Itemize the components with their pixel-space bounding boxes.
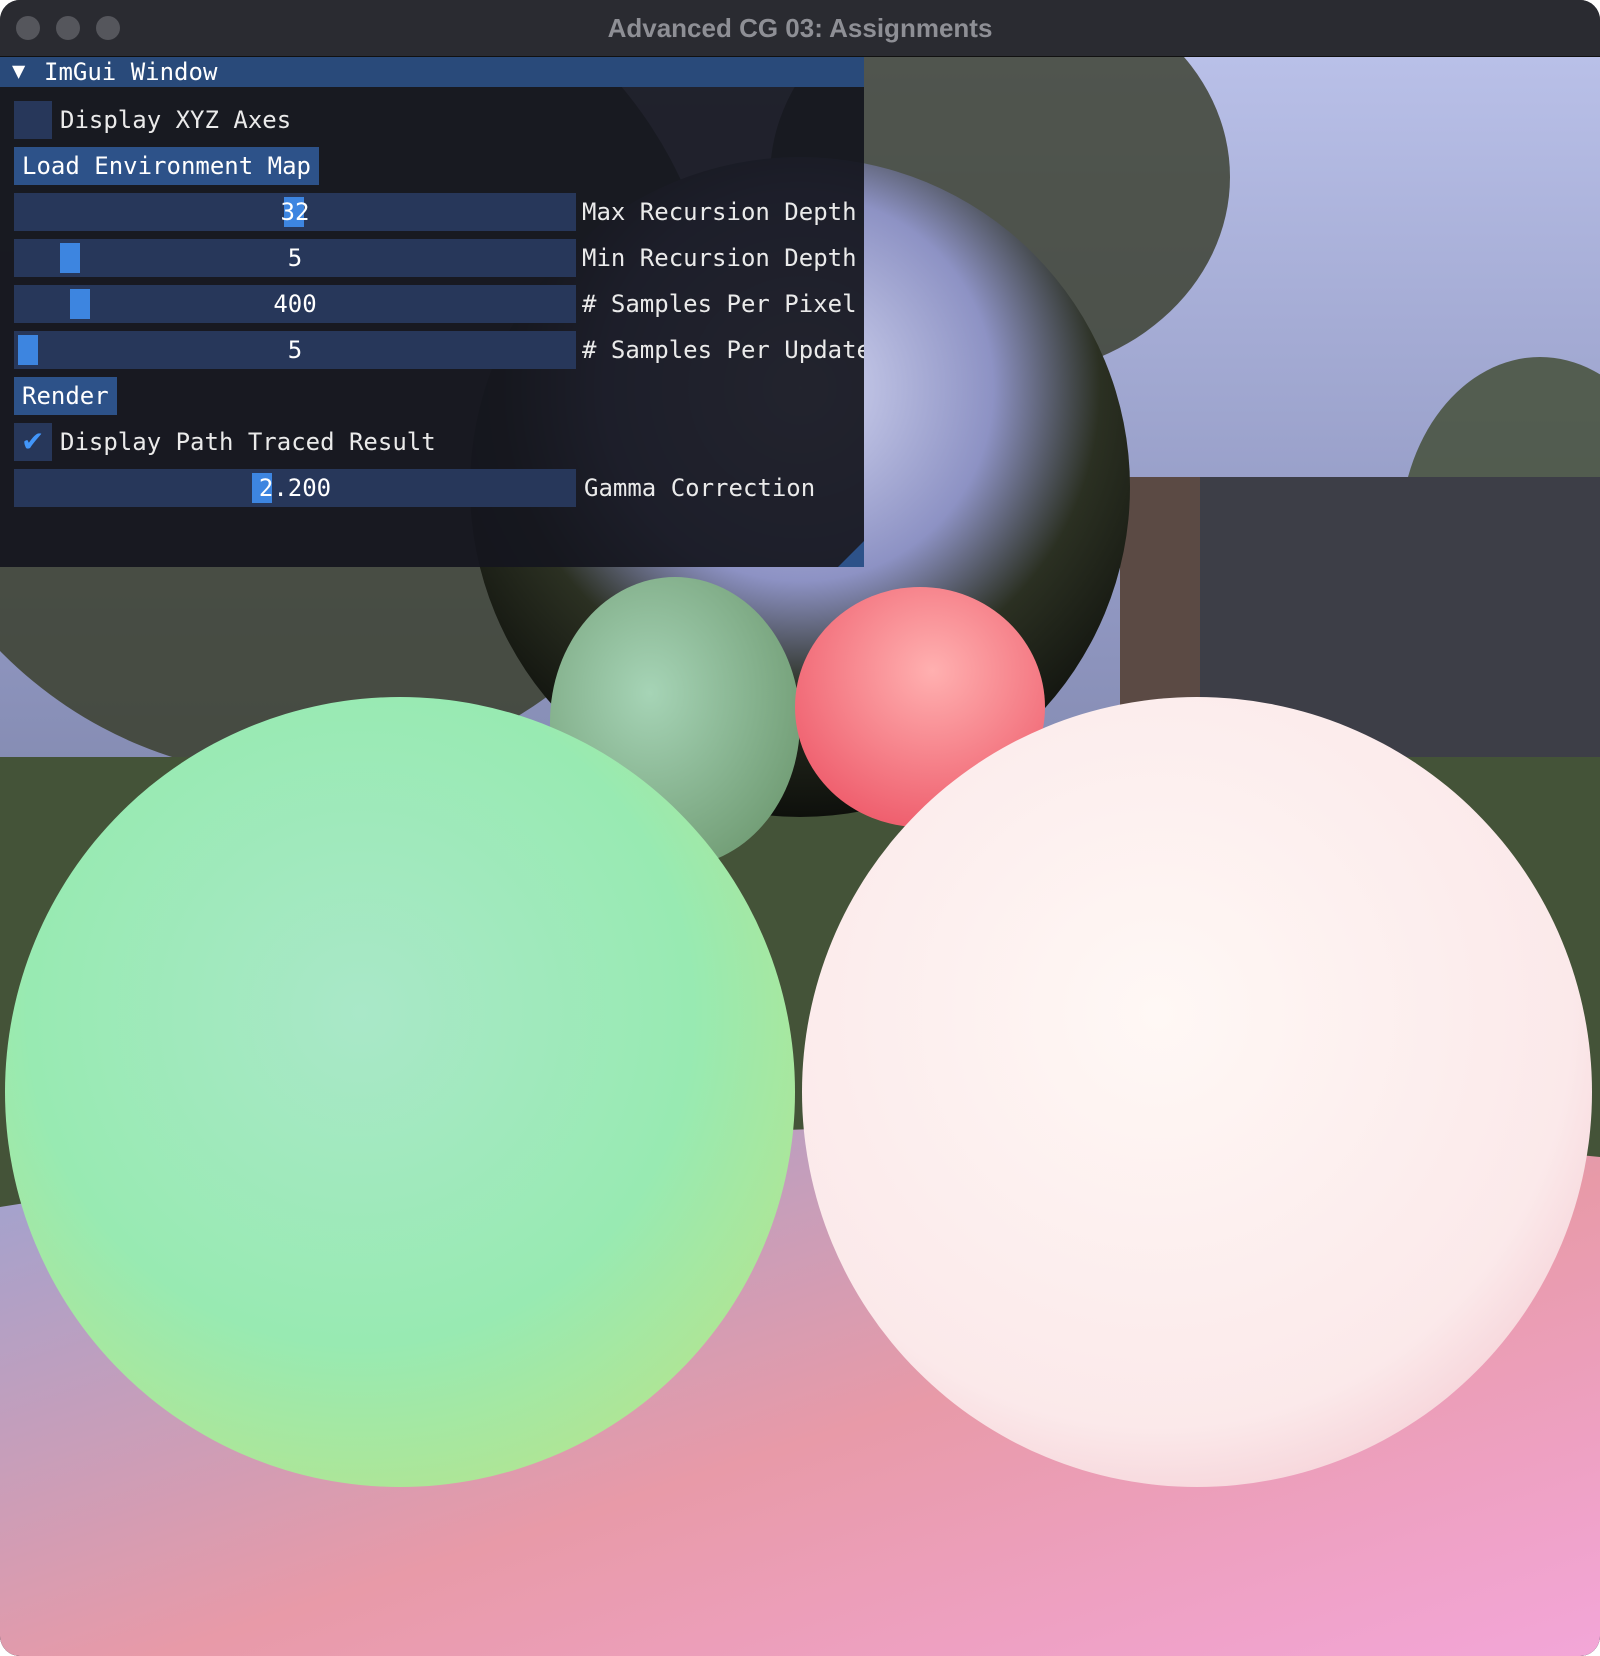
gamma-correction-label: Gamma Correction <box>584 474 816 502</box>
samples-per-update-label: # Samples Per Update <box>582 336 864 364</box>
large-green-sphere <box>5 697 795 1487</box>
imgui-title-bar[interactable]: ▼ ImGui Window <box>0 57 864 87</box>
resize-grip-icon[interactable] <box>838 541 864 567</box>
app-window: Advanced CG 03: Assignments ▼ ImGui Wind… <box>0 0 1600 1656</box>
slider-value: 5 <box>287 336 303 364</box>
samples-per-pixel-label: # Samples Per Pixel <box>582 290 857 318</box>
window-title: Advanced CG 03: Assignments <box>607 13 993 43</box>
large-white-sphere <box>802 697 1592 1487</box>
title-bar: Advanced CG 03: Assignments <box>0 0 1600 57</box>
samples-per-pixel-slider[interactable]: 400 <box>14 285 576 323</box>
slider-value: 5 <box>287 244 303 272</box>
max-recursion-depth-label: Max Recursion Depth <box>582 198 857 226</box>
slider-value: 32 <box>280 198 310 226</box>
imgui-window-title: ImGui Window <box>44 58 218 86</box>
min-recursion-depth-label: Min Recursion Depth <box>582 244 857 272</box>
slider-value: 400 <box>273 290 317 318</box>
checkmark-icon: ✔ <box>21 425 45 458</box>
render-button[interactable]: Render <box>14 377 117 415</box>
slider-value: 2.200 <box>258 474 332 502</box>
display-path-traced-label: Display Path Traced Result <box>60 428 436 456</box>
min-recursion-depth-slider[interactable]: 5 <box>14 239 576 277</box>
max-recursion-depth-slider[interactable]: 32 <box>14 193 576 231</box>
imgui-panel: ▼ ImGui Window Display XYZ Axes Load Env… <box>0 57 864 567</box>
display-xyz-axes-checkbox[interactable] <box>14 101 52 139</box>
samples-per-update-slider[interactable]: 5 <box>14 331 576 369</box>
load-environment-map-button[interactable]: Load Environment Map <box>14 147 319 185</box>
collapse-triangle-icon[interactable]: ▼ <box>12 59 25 84</box>
gamma-correction-slider[interactable]: 2.200 <box>14 469 576 507</box>
display-xyz-axes-label: Display XYZ Axes <box>60 106 292 134</box>
display-path-traced-checkbox[interactable]: ✔ <box>14 423 52 461</box>
